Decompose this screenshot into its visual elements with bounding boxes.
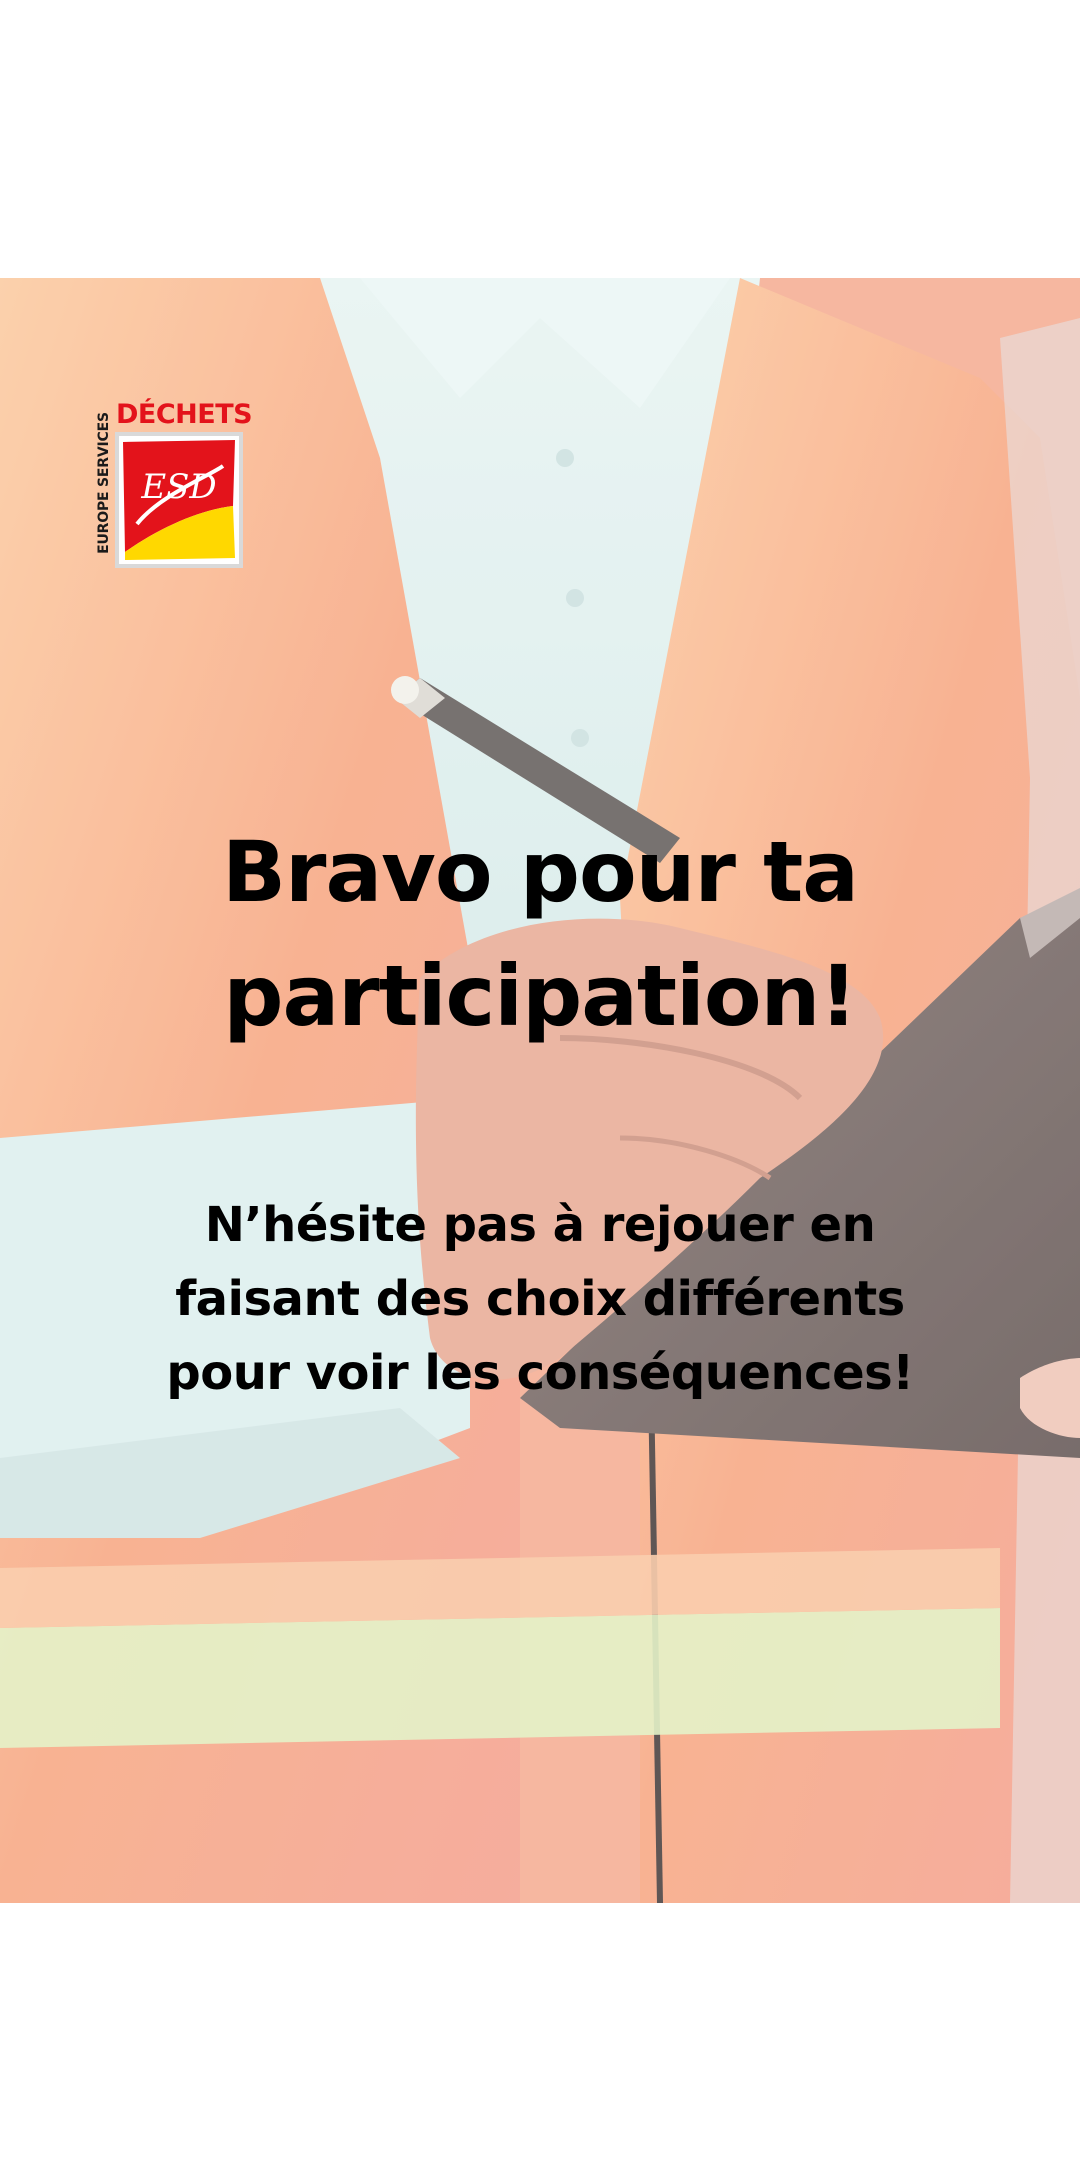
end-screen: EUROPE SERVICES DÉCHETS ESD Bravo pour t… [0,0,1080,2160]
logo-brand-word: DÉCHETS [116,399,253,430]
esd-mark-icon: ESD [119,436,239,564]
replay-message-line-3: pour voir les conséquences! [166,1345,914,1401]
headline-line-1: Bravo pour ta [222,823,859,921]
logo-vertical-text: EUROPE SERVICES [96,412,112,554]
logo-mark: ESD [119,436,239,564]
replay-message-line-1: N’hésite pas à rejouer en [204,1197,876,1253]
esd-logo: EUROPE SERVICES DÉCHETS ESD [94,400,254,570]
logo-mark-letters: ESD [140,467,216,507]
headline: Bravo pour ta participation! [120,810,960,1058]
headline-line-2: participation! [223,947,857,1045]
replay-message-line-2: faisant des choix différents [175,1271,905,1327]
replay-message: N’hésite pas à rejouer en faisant des ch… [120,1188,960,1410]
